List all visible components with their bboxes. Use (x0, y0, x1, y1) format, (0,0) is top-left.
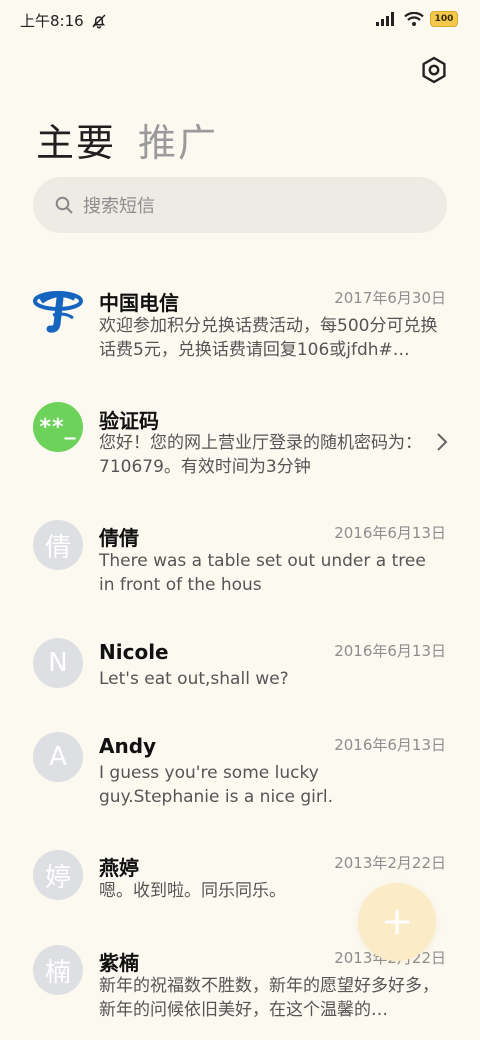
conversation-name: Andy (99, 734, 157, 758)
conversation-name: 中国电信 (99, 291, 179, 315)
avatar: N (33, 638, 83, 688)
chevron-right-icon[interactable] (436, 432, 448, 452)
conversation-preview: 您好！您的网上营业厅登录的随机密码为：710679。有效时间为3分钟 (99, 433, 422, 477)
tab-primary[interactable]: 主要 (36, 112, 116, 167)
conversation-item[interactable]: **_ 验证码 您好！您的网上营业厅登录的随机密码为：710679。有效时间为3… (0, 392, 480, 492)
conversation-date: 2013年2月22日 (334, 854, 446, 872)
avatar: **_ (33, 402, 83, 452)
signal-icon (376, 12, 394, 26)
china-telecom-logo-icon (33, 291, 83, 333)
telecom-logo (33, 284, 83, 334)
conversation-preview: 新年的祝福数不胜数，新年的愿望好多好多，新年的问候依旧美好，在这个温馨的… (99, 976, 439, 1020)
conversation-date: 2017年6月30日 (334, 289, 446, 307)
mute-bell-icon (92, 13, 106, 28)
search-icon (55, 196, 73, 214)
settings-button[interactable] (416, 52, 452, 88)
status-time: 上午8:16 (20, 12, 84, 30)
conversation-item[interactable]: 中国电信 2017年6月30日 欢迎参加积分兑换话费活动，每500分可兑换话费5… (0, 270, 480, 380)
conversation-item[interactable]: N Nicole 2016年6月13日 Let's eat out,shall … (0, 628, 480, 708)
conversation-name: Nicole (99, 640, 169, 664)
tab-promotions[interactable]: 推广 (138, 112, 218, 167)
conversation-date: 2016年6月13日 (334, 642, 446, 660)
search-placeholder: 搜索短信 (83, 196, 155, 217)
avatar: A (33, 732, 83, 782)
conversation-preview: There was a table set out under a tree i… (99, 551, 426, 595)
conversation-name: 紫楠 (99, 951, 139, 975)
tab-bar: 主要 推广 (36, 112, 218, 167)
conversation-preview: Let's eat out,shall we? (99, 669, 289, 689)
conversation-item[interactable]: 倩 倩倩 2016年6月13日 There was a table set ou… (0, 510, 480, 610)
plus-icon (384, 909, 410, 935)
avatar: 倩 (33, 520, 83, 570)
avatar: 楠 (33, 945, 83, 995)
conversation-preview: I guess you're some lucky guy.Stephanie … (99, 763, 334, 807)
conversation-item[interactable]: A Andy 2016年6月13日 I guess you're some lu… (0, 722, 480, 822)
conversation-preview: 欢迎参加积分兑换话费活动，每500分可兑换话费5元，兑换话费请回复106或jfd… (99, 316, 438, 360)
wifi-icon (404, 12, 424, 26)
conversation-date: 2016年6月13日 (334, 736, 446, 754)
conversation-date: 2016年6月13日 (334, 524, 446, 542)
settings-hexagon-icon (422, 56, 446, 84)
conversation-name: 倩倩 (99, 526, 139, 550)
conversation-name: 燕婷 (99, 856, 139, 880)
conversation-name: 验证码 (99, 409, 159, 433)
status-left: 上午8:16 (20, 10, 108, 31)
avatar: 婷 (33, 850, 83, 900)
status-right: 100 (376, 11, 458, 27)
search-bar[interactable]: 搜索短信 (33, 177, 447, 233)
battery-indicator: 100 (430, 11, 458, 27)
status-bar: 上午8:16 100 (0, 0, 480, 40)
messages-screen: 上午8:16 100 主要 推广 搜索短信 中国电信 2017年6月30日 欢迎… (0, 0, 480, 1040)
new-message-button[interactable] (358, 883, 436, 961)
